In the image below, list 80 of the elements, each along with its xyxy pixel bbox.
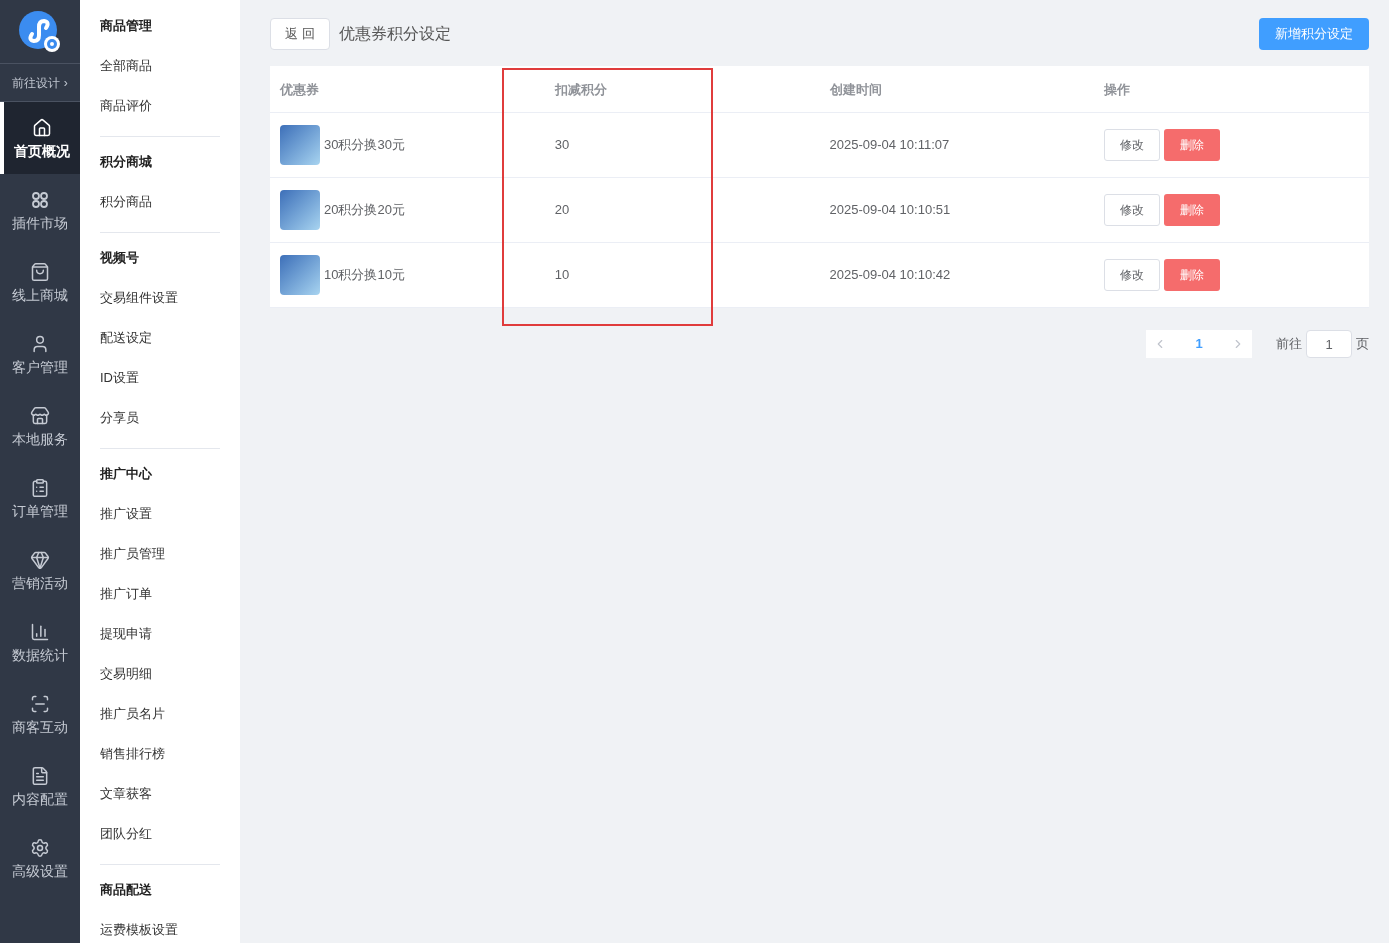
nav-label: 线上商城 — [12, 288, 68, 302]
goto-label: 前往 — [1276, 335, 1302, 354]
menu-item[interactable]: 文章获客 — [100, 774, 220, 814]
nav-label: 内容配置 — [12, 792, 68, 806]
menu-item[interactable]: 积分商品 — [100, 182, 220, 222]
menu-group-title: 积分商城 — [100, 153, 153, 172]
menu-item[interactable]: 运费模板设置 — [100, 910, 220, 943]
menu-item[interactable]: 配送设定 — [100, 318, 220, 358]
page-suffix: 页 — [1356, 335, 1369, 354]
menu-group-title: 推广中心 — [100, 465, 153, 484]
created-time: 2025-09-04 10:11:07 — [829, 137, 950, 153]
nav-item[interactable]: 高级设置 — [0, 822, 80, 894]
menu-item[interactable]: 推广员管理 — [100, 534, 220, 574]
edit-button[interactable]: 修改 — [1104, 259, 1161, 291]
nav-label: 本地服务 — [12, 432, 68, 446]
menu-item[interactable]: 销售排行榜 — [100, 734, 220, 774]
nav-label: 营销活动 — [12, 576, 68, 590]
nav-label: 数据统计 — [12, 648, 68, 662]
points-cell: 30 — [554, 137, 570, 153]
home-icon — [32, 118, 52, 138]
column-header: 扣减积分 — [554, 82, 607, 97]
page-title: 优惠券积分设定 — [339, 24, 451, 44]
settings-icon — [30, 838, 50, 858]
gem-icon — [30, 550, 50, 570]
menu-item[interactable]: 商品评价 — [100, 86, 220, 126]
column-header: 优惠券 — [280, 82, 319, 97]
four-circles-icon — [30, 190, 50, 210]
nav-item[interactable]: 内容配置 — [0, 750, 80, 822]
nav-item[interactable]: 本地服务 — [0, 390, 80, 462]
menu-group-title: 商品配送 — [100, 881, 153, 900]
user-icon — [30, 334, 50, 354]
product-photo-placeholder — [280, 125, 320, 165]
coupon-name: 20积分换20元 — [324, 201, 405, 220]
column-header: 创建时间 — [829, 82, 882, 97]
menu-item[interactable]: ID设置 — [100, 358, 220, 398]
nav-item[interactable]: 订单管理 — [0, 462, 80, 534]
store-icon — [30, 406, 50, 426]
document-icon — [30, 766, 50, 786]
column-header: 操作 — [1104, 82, 1131, 97]
created-time: 2025-09-04 10:10:42 — [829, 267, 951, 283]
nav-item[interactable]: 首页概况 — [0, 102, 80, 174]
menu-group-title: 商品管理 — [100, 17, 153, 36]
menu-item[interactable]: 提现申请 — [100, 614, 220, 654]
points-cell: 20 — [554, 202, 570, 218]
coupon-name: 30积分换30元 — [324, 136, 405, 155]
created-time: 2025-09-04 10:10:51 — [829, 202, 951, 218]
nav-item[interactable]: 营销活动 — [0, 534, 80, 606]
scan-icon — [30, 694, 50, 714]
coupon-name: 10积分换10元 — [324, 266, 405, 285]
menu-item[interactable]: 团队分红 — [100, 814, 220, 854]
nav-label: 首页概况 — [14, 144, 70, 158]
product-photo-placeholder — [280, 190, 320, 230]
product-photo-placeholder — [280, 255, 320, 295]
page-input[interactable]: 1 — [1306, 330, 1352, 358]
nav-label: 商客互动 — [12, 720, 68, 734]
nav-item[interactable]: 商客互动 — [0, 678, 80, 750]
menu-item[interactable]: 交易明细 — [100, 654, 220, 694]
nav-item[interactable]: 插件市场 — [0, 174, 80, 246]
menu-item[interactable]: 全部商品 — [100, 46, 220, 86]
edit-button[interactable]: 修改 — [1104, 194, 1161, 226]
menu-item[interactable]: 推广员名片 — [100, 694, 220, 734]
points-cell: 10 — [554, 267, 570, 283]
menu-group-title: 视频号 — [100, 249, 140, 268]
nav-label: 订单管理 — [12, 504, 68, 518]
clipboard-icon — [30, 478, 50, 498]
nav-item[interactable]: 客户管理 — [0, 318, 80, 390]
bar-chart-icon — [30, 622, 50, 642]
back-button[interactable]: 返 回 — [270, 18, 330, 50]
menu-item[interactable]: 交易组件设置 — [100, 278, 220, 318]
nav-label: 插件市场 — [12, 216, 68, 230]
bag-icon — [30, 262, 50, 282]
nav-label: 客户管理 — [12, 360, 68, 374]
edit-button[interactable]: 修改 — [1104, 129, 1161, 161]
menu-item[interactable]: 推广设置 — [100, 494, 220, 534]
nav-item[interactable]: 线上商城 — [0, 246, 80, 318]
app-logo-icon — [18, 9, 62, 54]
menu-item[interactable]: 推广订单 — [100, 574, 220, 614]
nav-item[interactable]: 数据统计 — [0, 606, 80, 678]
nav-label: 高级设置 — [12, 864, 68, 878]
menu-item[interactable]: 分享员 — [100, 398, 220, 438]
